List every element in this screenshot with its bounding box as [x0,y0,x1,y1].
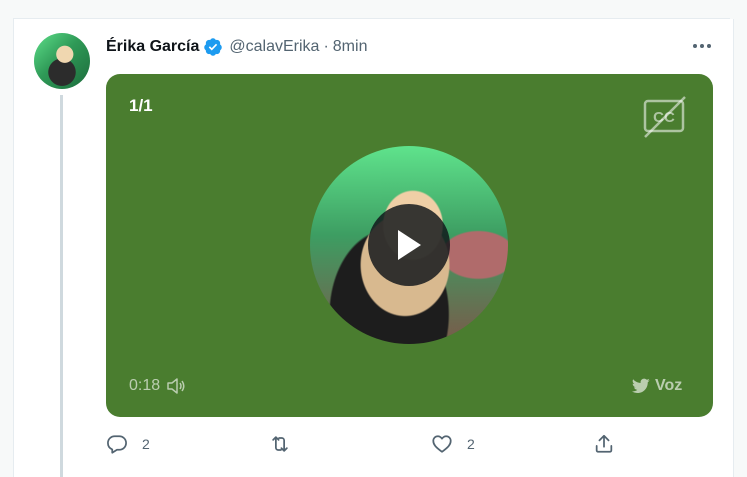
thread-connector-line [60,95,63,477]
share-icon [595,434,613,453]
voice-label-text: Voz [655,377,683,394]
tweet-header: Érika García @calavErika · 8min [106,36,367,58]
tweet-timestamp[interactable]: 8min [333,38,368,56]
captions-toggle-button[interactable]: CC [641,93,689,141]
reply-icon [107,435,127,454]
reply-button[interactable]: 2 [106,431,150,457]
heart-icon [432,435,452,453]
verified-badge-icon [203,37,223,57]
volume-icon[interactable] [166,377,186,395]
retweet-button[interactable] [268,431,292,457]
more-options-button[interactable] [690,36,714,56]
tweet-actions-bar: 2 2 [106,431,626,457]
share-button[interactable] [593,431,615,457]
audio-media-player[interactable]: 1/1 CC 0:18 Voz [106,74,713,417]
media-duration: 0:18 [129,377,186,395]
twitter-bird-icon [632,378,650,393]
reply-count: 2 [142,436,150,452]
play-icon [398,230,421,260]
avatar[interactable] [34,33,90,89]
media-counter: 1/1 [129,96,153,115]
like-count: 2 [467,436,475,452]
voice-label: Voz [632,377,682,395]
duration-text: 0:18 [129,377,161,394]
retweet-icon [272,436,288,452]
author-name[interactable]: Érika García [106,38,199,56]
like-button[interactable]: 2 [431,431,475,457]
previous-tweet-edge [13,0,730,19]
separator-dot: · [323,38,329,55]
play-button[interactable] [368,204,450,286]
tweet-card[interactable]: Érika García @calavErika · 8min 1/1 CC [13,19,734,477]
author-handle[interactable]: @calavErika [229,38,319,56]
more-horizontal-icon [693,44,711,48]
closed-captions-off-icon: CC [643,96,686,138]
